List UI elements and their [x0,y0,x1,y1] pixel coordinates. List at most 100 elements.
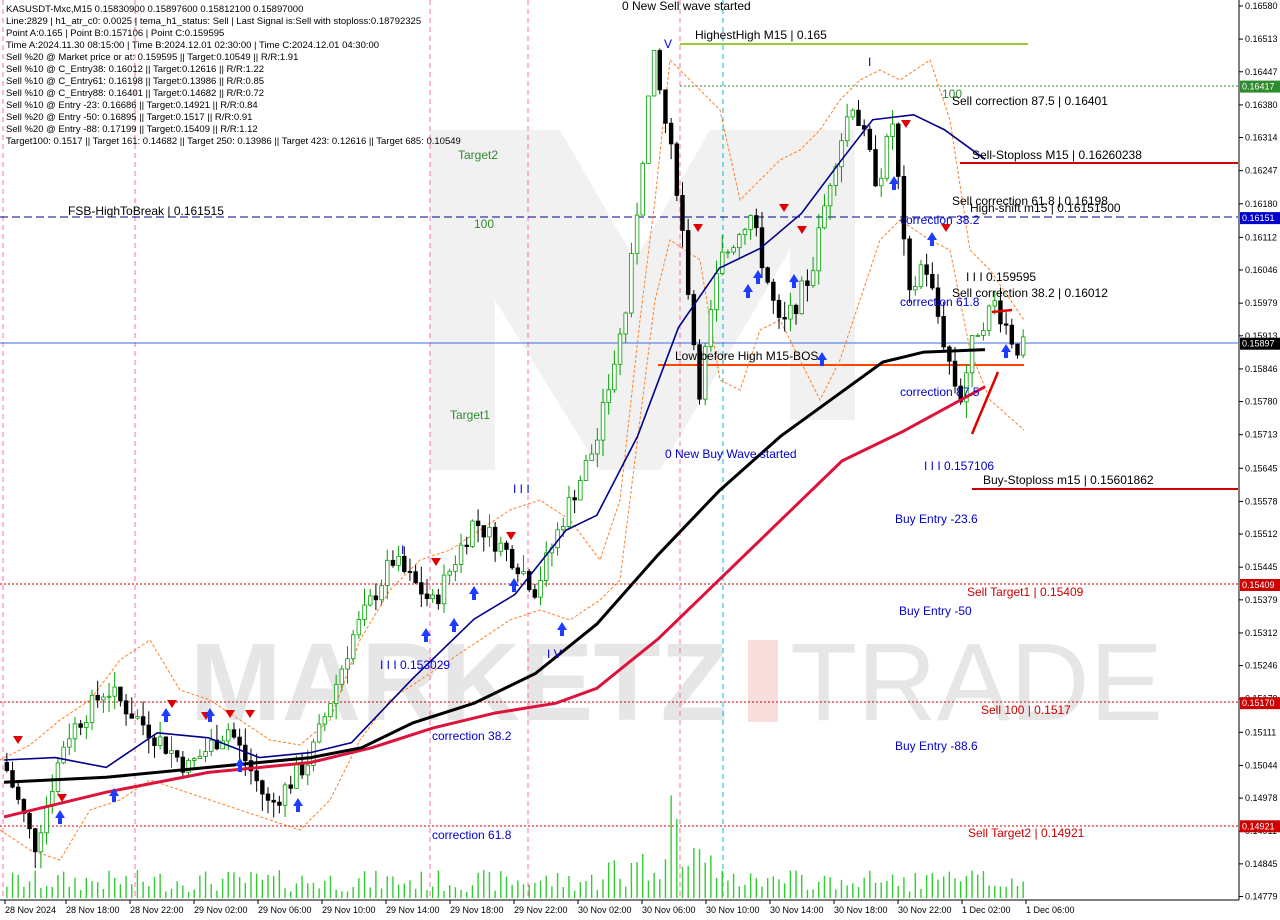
candle-body [651,50,657,97]
info-line: Target100: 0.1517 || Target 161: 0.14682… [6,136,461,147]
point-c-label: I I I 0.159595 [966,270,1036,284]
point-b-label: I I I 0.157106 [924,459,994,473]
sell-target1-label: Sell Target1 | 0.15409 [967,585,1084,599]
candle-body [1020,336,1026,356]
candle-body [572,497,577,501]
low-before-high-label: Low before High M15-BOS [675,349,818,363]
corr-382-low-label: correction 38.2 [432,729,512,743]
candle-body [595,439,600,455]
y-tick-label: 0.16112 [1245,232,1277,242]
candle-body [402,555,407,572]
candle-body [322,716,328,725]
candle-body [481,525,486,538]
candle-body [612,363,617,391]
y-tick-label: 0.14845 [1245,859,1278,869]
x-tick-label: 1 Dec 02:00 [962,905,1011,915]
candle-body [254,770,259,782]
candle-body [390,559,396,566]
candle-body [33,828,38,853]
info-line: Sell %20 @ Market price or at: 0.159595 … [6,52,298,63]
y-tick-label: 0.15846 [1245,364,1278,374]
candle-body [15,786,21,800]
candle-body [521,571,526,575]
price-tag-label: 0.15409 [1242,580,1275,590]
candle-body [106,695,112,698]
candle-body [101,696,106,701]
candle-body [191,758,197,761]
candle-body [827,184,833,207]
candle-body [470,520,475,547]
candle-body [629,253,634,314]
candle-body [271,799,276,803]
corr-875-label: correction 87.5 [900,385,980,399]
candle-body [606,389,611,403]
candle-body [680,195,685,231]
candle-body [793,304,799,315]
y-tick-label: 0.15713 [1245,430,1278,440]
candle-body [265,793,271,801]
candle-body [668,122,674,145]
candle-body [260,780,265,795]
x-tick-label: 29 Nov 14:00 [386,905,440,915]
candle-body [385,559,390,587]
candle-body [362,604,367,620]
candle-body [566,497,572,527]
candle-body [918,264,924,287]
candle-body [663,89,668,124]
price-tag-label: 0.15170 [1242,698,1275,708]
y-tick-label: 0.16180 [1245,199,1278,209]
candle-body [458,544,464,565]
candle-body [146,724,152,739]
candle-body [714,273,719,311]
buy-entry-236-label: Buy Entry -23.6 [895,512,978,526]
info-line: Sell %20 @ Entry -50: 0.16895 || Target:… [6,112,252,123]
y-tick-label: 0.16580 [1245,1,1278,11]
candle-body [89,694,95,723]
info-line: Point A:0.165 | Point B:0.157106 | Point… [6,28,224,39]
candle-body [685,230,691,295]
candle-body [634,214,640,254]
candle-body [407,571,413,573]
candle-body [453,564,458,572]
candle-body [430,594,435,599]
new-buy-wave-label: 0 New Buy Wave started [665,447,797,461]
candle-body [1009,324,1015,345]
price-chart[interactable]: MARKETZ TRADE KASUSDT-Mxc,M15 0.15830900… [0,0,1280,920]
candle-body [282,784,288,806]
candle-body [152,737,157,747]
candle-body [328,703,333,718]
watermark-text-right: TRADE [790,621,1163,744]
candle-body [436,594,441,605]
y-tick-label: 0.16380 [1245,100,1278,110]
candle-body [782,317,787,320]
candle-body [316,723,322,743]
candle-body [515,567,521,575]
candle-body [844,116,850,142]
info-line: Sell %10 @ C_Entry88: 0.16401 || Target:… [6,88,264,99]
target2-label: Target2 [458,148,498,162]
sell-target2-label: Sell Target2 | 0.14921 [968,826,1085,840]
x-tick-label: 30 Nov 18:00 [834,905,888,915]
candle-body [197,755,203,760]
price-tag-label: 0.16151 [1242,213,1275,223]
candle-body [339,668,345,685]
candle-body [816,227,821,272]
candle-body [674,143,680,196]
candle-body [589,453,594,461]
candle-body [742,229,748,236]
candle-body [61,746,66,764]
x-tick-label: 1 Dec 06:00 [1026,905,1075,915]
candle-body [367,595,373,606]
candle-body [981,330,986,336]
candle-body [118,686,123,702]
x-tick-label: 30 Nov 06:00 [642,905,696,915]
y-tick-label: 0.15246 [1245,661,1278,671]
info-line: Sell %10 @ C_Entry38: 0.16012 || Target:… [6,64,264,75]
candle-body [169,750,174,754]
corr-618-low-label: correction 61.8 [432,828,512,842]
y-tick-label: 0.15578 [1245,496,1278,506]
corr-618-top-label: correction 61.8 [900,295,980,309]
fsb-label: FSB-HighToBreak | 0.161515 [68,204,224,218]
candle-body [419,582,424,595]
i-mark-left-label: I [401,543,404,557]
